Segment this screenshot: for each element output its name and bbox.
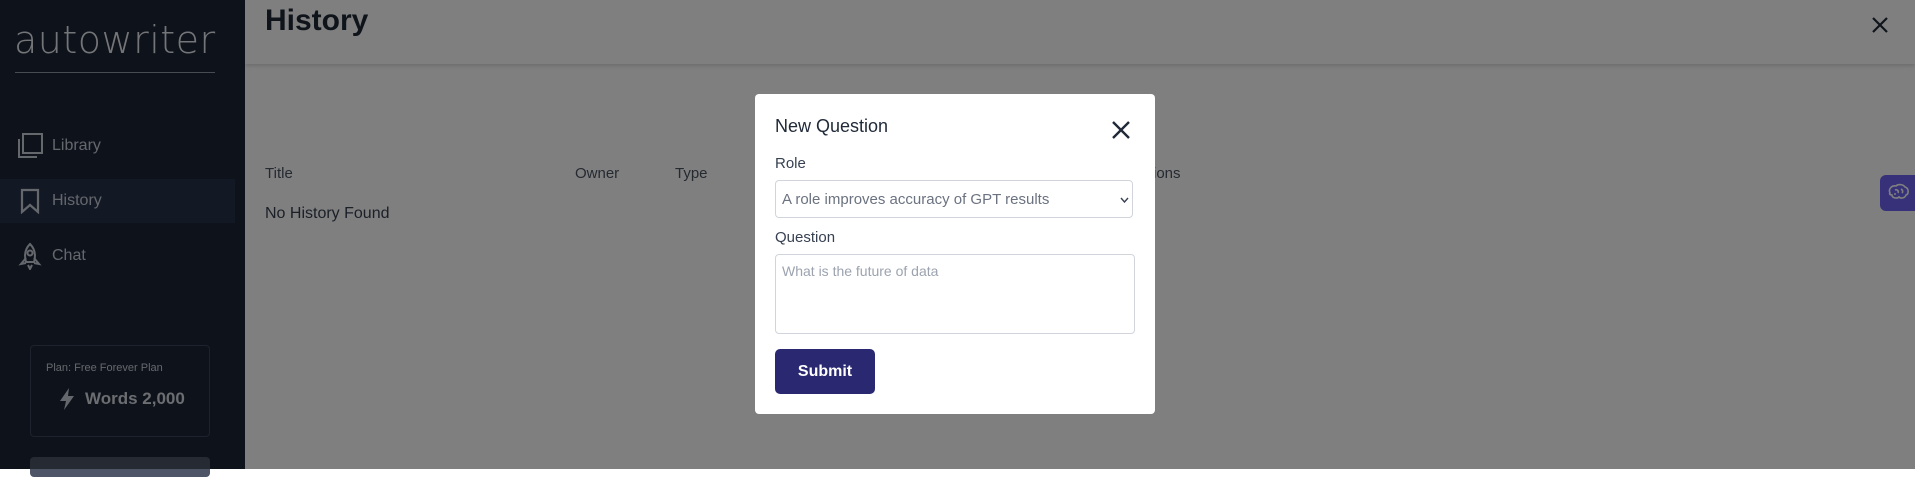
close-icon[interactable] xyxy=(1107,116,1135,144)
role-label: Role xyxy=(775,155,806,172)
chevron-down-icon xyxy=(1120,195,1129,205)
question-input[interactable] xyxy=(775,254,1135,334)
role-select-value: A role improves accuracy of GPT results xyxy=(782,190,1050,208)
dialog-title: New Question xyxy=(775,116,889,136)
new-question-dialog: New Question Role A role improves accura… xyxy=(755,94,1155,414)
role-select[interactable]: A role improves accuracy of GPT results xyxy=(775,180,1133,218)
submit-button[interactable]: Submit xyxy=(775,349,875,394)
question-label: Question xyxy=(775,229,836,246)
